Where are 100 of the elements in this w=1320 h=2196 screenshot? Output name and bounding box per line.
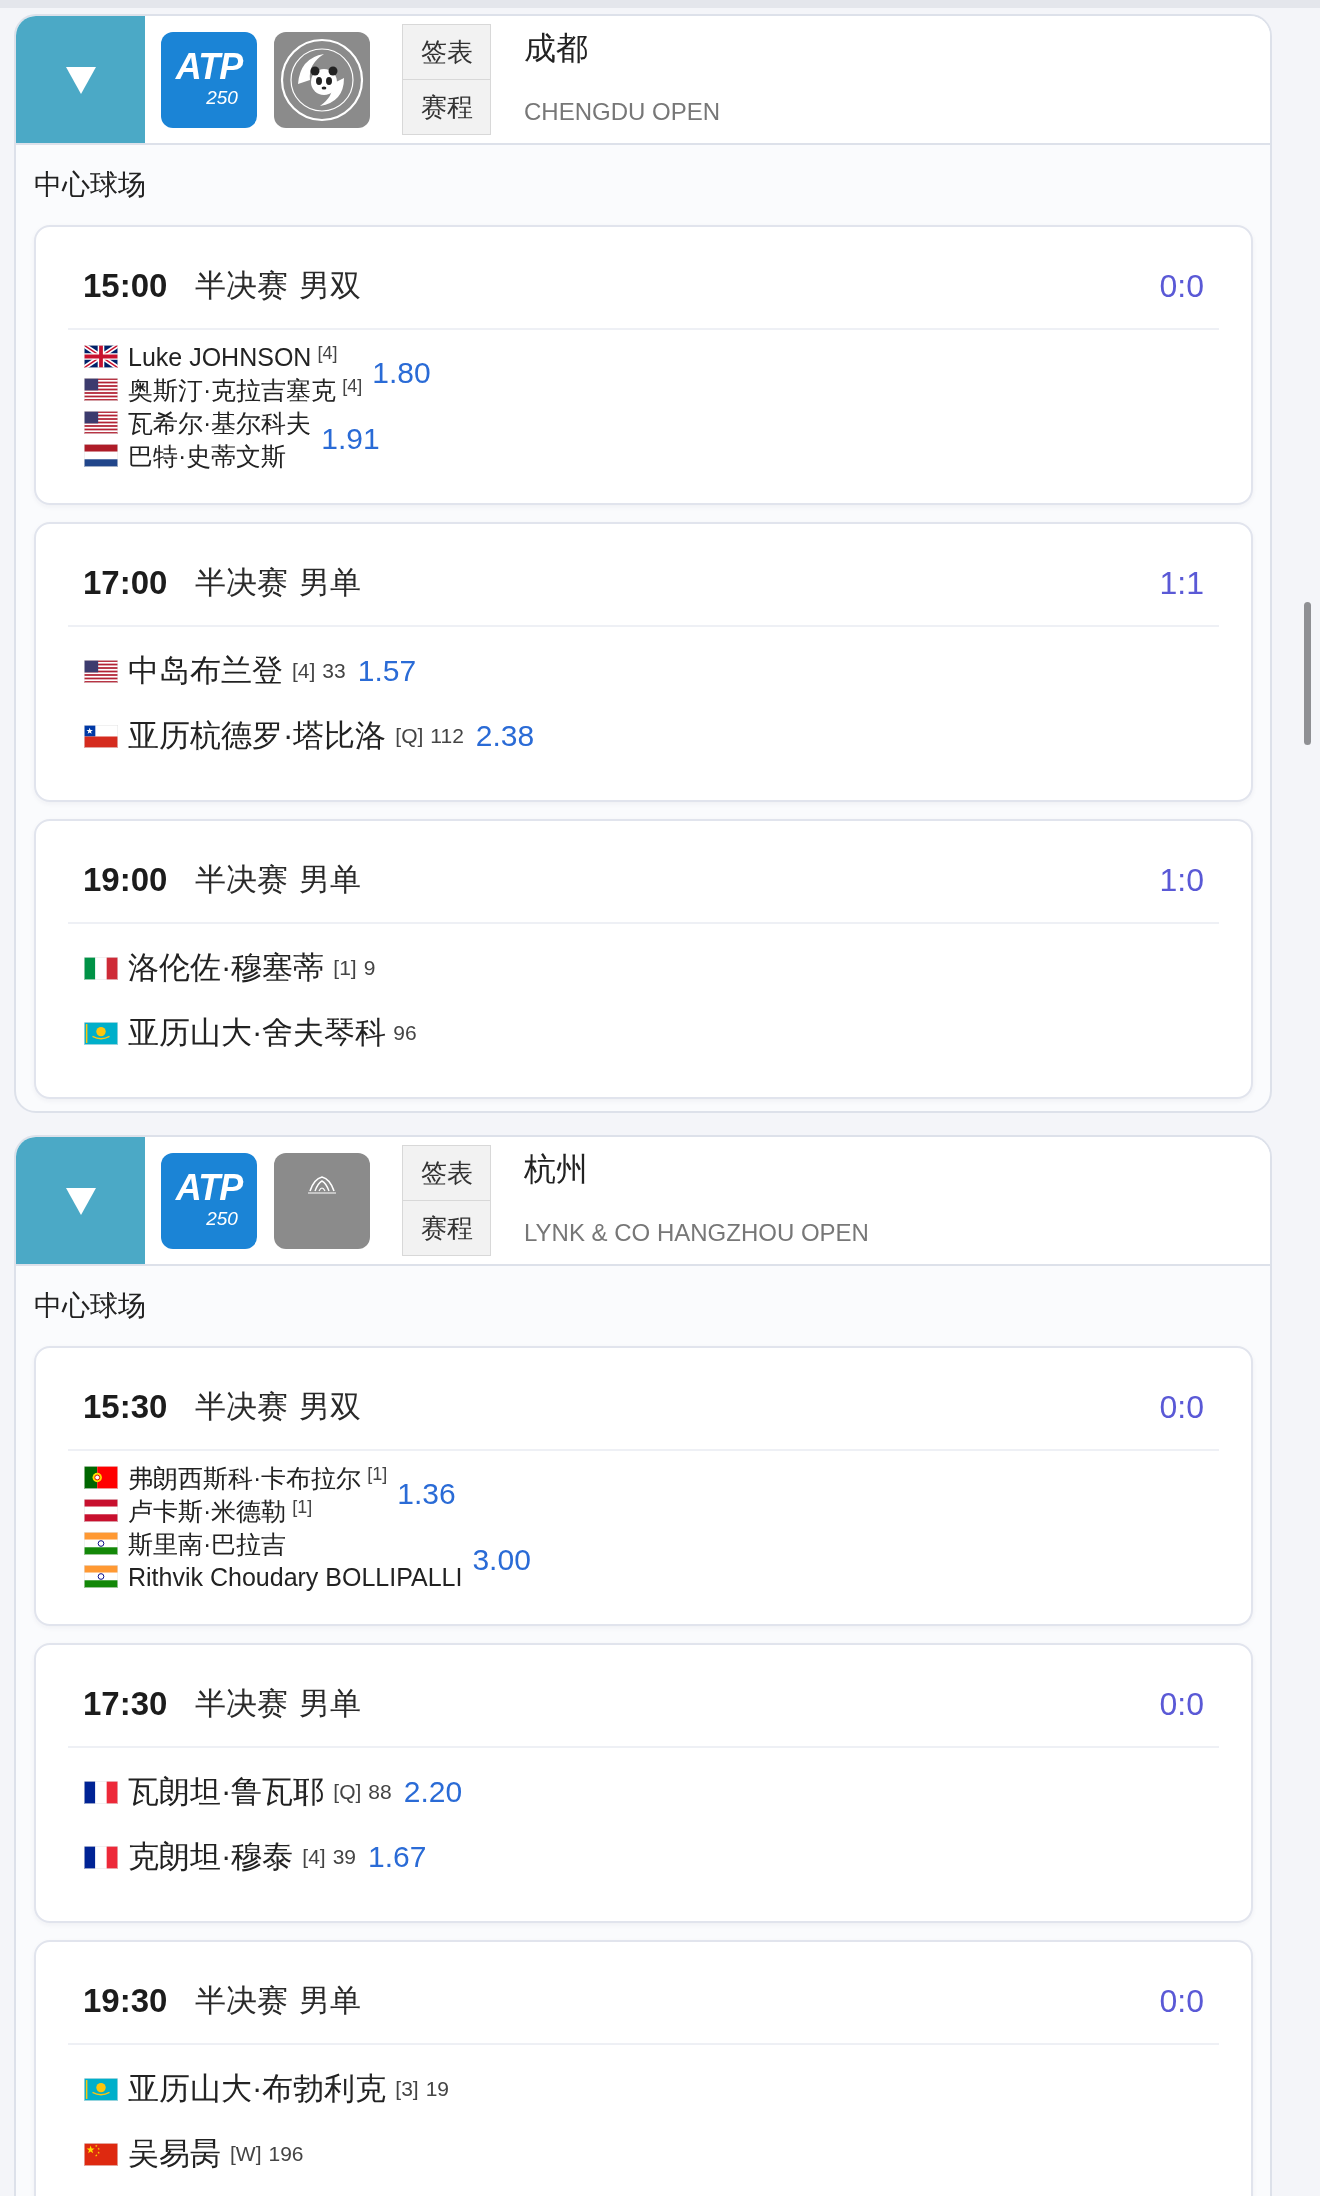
tournament-title: 杭州 xyxy=(524,1150,588,1189)
flag-icon xyxy=(84,1845,118,1869)
flag-icon xyxy=(84,2142,118,2166)
match-score: 0:0 xyxy=(1159,1388,1204,1427)
player-seed: [4] xyxy=(342,376,363,398)
player-name: 亚历山大·舍夫琴科 xyxy=(128,1014,387,1052)
player-seed: [Q] xyxy=(333,1779,362,1805)
logo-level: 250 xyxy=(206,1208,238,1228)
header-button[interactable]: 签表 xyxy=(402,1145,491,1201)
match-score: 0:0 xyxy=(1159,1685,1204,1724)
match-time: 17:30 xyxy=(83,1684,168,1724)
player-rank: 196 xyxy=(268,2141,304,2167)
player-name: 吴易昺 xyxy=(128,2135,221,2173)
player-name: 弗朗西斯科·卡布拉尔 xyxy=(128,1462,362,1493)
player-name: Luke JOHNSON xyxy=(128,341,312,372)
player-name: 亚历山大·布勃利克 xyxy=(128,2070,387,2108)
match-score: 1:0 xyxy=(1159,861,1204,900)
match-score: 0:0 xyxy=(1159,267,1204,306)
match-event: 男双 xyxy=(299,1388,362,1426)
odds-value: 3.00 xyxy=(472,1542,531,1578)
odds-value: 2.20 xyxy=(403,1774,463,1810)
court-label: 中心球场 xyxy=(34,1289,146,1323)
player-rank: 39 xyxy=(332,1844,357,1870)
court-label: 中心球场 xyxy=(34,168,146,202)
player-seed: [W] xyxy=(230,2141,262,2167)
match-event: 男单 xyxy=(299,1685,362,1723)
emblem-icon xyxy=(274,1152,370,1249)
flag-icon xyxy=(84,1499,118,1522)
player-name: 巴特·史蒂文斯 xyxy=(128,440,287,471)
player-rank: 9 xyxy=(363,955,376,981)
scrollbar-thumb[interactable] xyxy=(1304,602,1311,745)
collapse-toggle[interactable] xyxy=(16,16,145,143)
player-rank: 96 xyxy=(393,1020,417,1046)
flag-icon xyxy=(84,1780,118,1804)
player-rank: 33 xyxy=(322,658,346,684)
match-score: 1:1 xyxy=(1159,564,1204,603)
player-seed: [1] xyxy=(333,955,357,981)
match-round: 半决赛 xyxy=(195,861,289,899)
match-event: 男双 xyxy=(299,267,362,305)
player-seed: [3] xyxy=(395,2076,419,2102)
player-name: 瓦希尔·基尔科夫 xyxy=(128,407,312,438)
tournament-subtitle: LYNK & CO HANGZHOU OPEN xyxy=(524,1218,869,1248)
player-seed: [1] xyxy=(292,1497,313,1519)
player-name: 卢卡斯·米德勒 xyxy=(128,1495,287,1526)
tournament-subtitle: CHENGDU OPEN xyxy=(524,97,721,127)
match-score: 0:0 xyxy=(1159,1982,1204,2021)
flag-icon xyxy=(84,411,118,434)
flag-icon xyxy=(84,1532,118,1555)
match-event: 男单 xyxy=(299,1982,362,2020)
flag-icon xyxy=(84,1466,118,1489)
player-rank: 19 xyxy=(425,2076,450,2102)
match-round: 半决赛 xyxy=(195,1685,289,1723)
match-round: 半决赛 xyxy=(195,1388,289,1426)
player-seed: [4] xyxy=(317,343,338,365)
player-name: 亚历杭德罗·塔比洛 xyxy=(128,717,387,755)
tournament-title: 成都 xyxy=(524,29,588,68)
odds-value: 1.36 xyxy=(397,1476,456,1512)
match-time: 15:30 xyxy=(83,1387,168,1427)
flag-icon xyxy=(84,659,118,683)
header-button[interactable]: 赛程 xyxy=(402,1200,491,1256)
flag-icon xyxy=(84,444,118,467)
collapse-toggle[interactable] xyxy=(16,1137,145,1264)
flag-icon xyxy=(84,345,118,368)
player-seed: [4] xyxy=(292,658,316,684)
player-name: Rithvik Choudary BOLLIPALLI xyxy=(128,1561,463,1592)
odds-value: 1.91 xyxy=(321,421,380,457)
match-time: 15:00 xyxy=(83,266,168,306)
header-button[interactable]: 赛程 xyxy=(402,79,491,135)
match-event: 男单 xyxy=(299,861,362,899)
match-round: 半决赛 xyxy=(195,267,289,305)
logo-wordmark: ATP xyxy=(175,48,243,85)
player-name: 斯里南·巴拉吉 xyxy=(128,1528,287,1559)
player-seed: [1] xyxy=(367,1464,388,1486)
match-time: 19:00 xyxy=(83,860,168,900)
odds-value: 1.67 xyxy=(368,1839,427,1875)
player-name: 洛伦佐·穆塞蒂 xyxy=(128,949,325,987)
flag-icon xyxy=(84,2077,118,2101)
logo-level: 250 xyxy=(206,87,238,107)
player-name: 克朗坦·穆泰 xyxy=(128,1838,294,1876)
match-round: 半决赛 xyxy=(195,564,289,602)
match-time: 19:30 xyxy=(83,1981,168,2021)
player-rank: 112 xyxy=(430,723,464,749)
panda-emblem-icon xyxy=(274,31,370,128)
logo-wordmark: ATP xyxy=(175,1169,243,1206)
flag-icon xyxy=(84,956,118,980)
player-name: 中岛布兰登 xyxy=(128,652,283,690)
player-name: 瓦朗坦·鲁瓦耶 xyxy=(128,1773,325,1811)
flag-icon xyxy=(84,724,118,748)
match-time: 17:00 xyxy=(83,563,168,603)
flag-icon xyxy=(84,1021,118,1045)
odds-value: 1.80 xyxy=(372,355,431,391)
flag-icon xyxy=(84,1565,118,1588)
player-name: 奥斯汀·克拉吉塞克 xyxy=(128,374,337,405)
match-event: 男单 xyxy=(299,564,362,602)
match-round: 半决赛 xyxy=(195,1982,289,2020)
odds-value: 2.38 xyxy=(475,718,535,754)
player-rank: 88 xyxy=(368,1779,392,1805)
flag-icon xyxy=(84,378,118,401)
header-button[interactable]: 签表 xyxy=(402,24,491,80)
odds-value: 1.57 xyxy=(357,653,417,689)
